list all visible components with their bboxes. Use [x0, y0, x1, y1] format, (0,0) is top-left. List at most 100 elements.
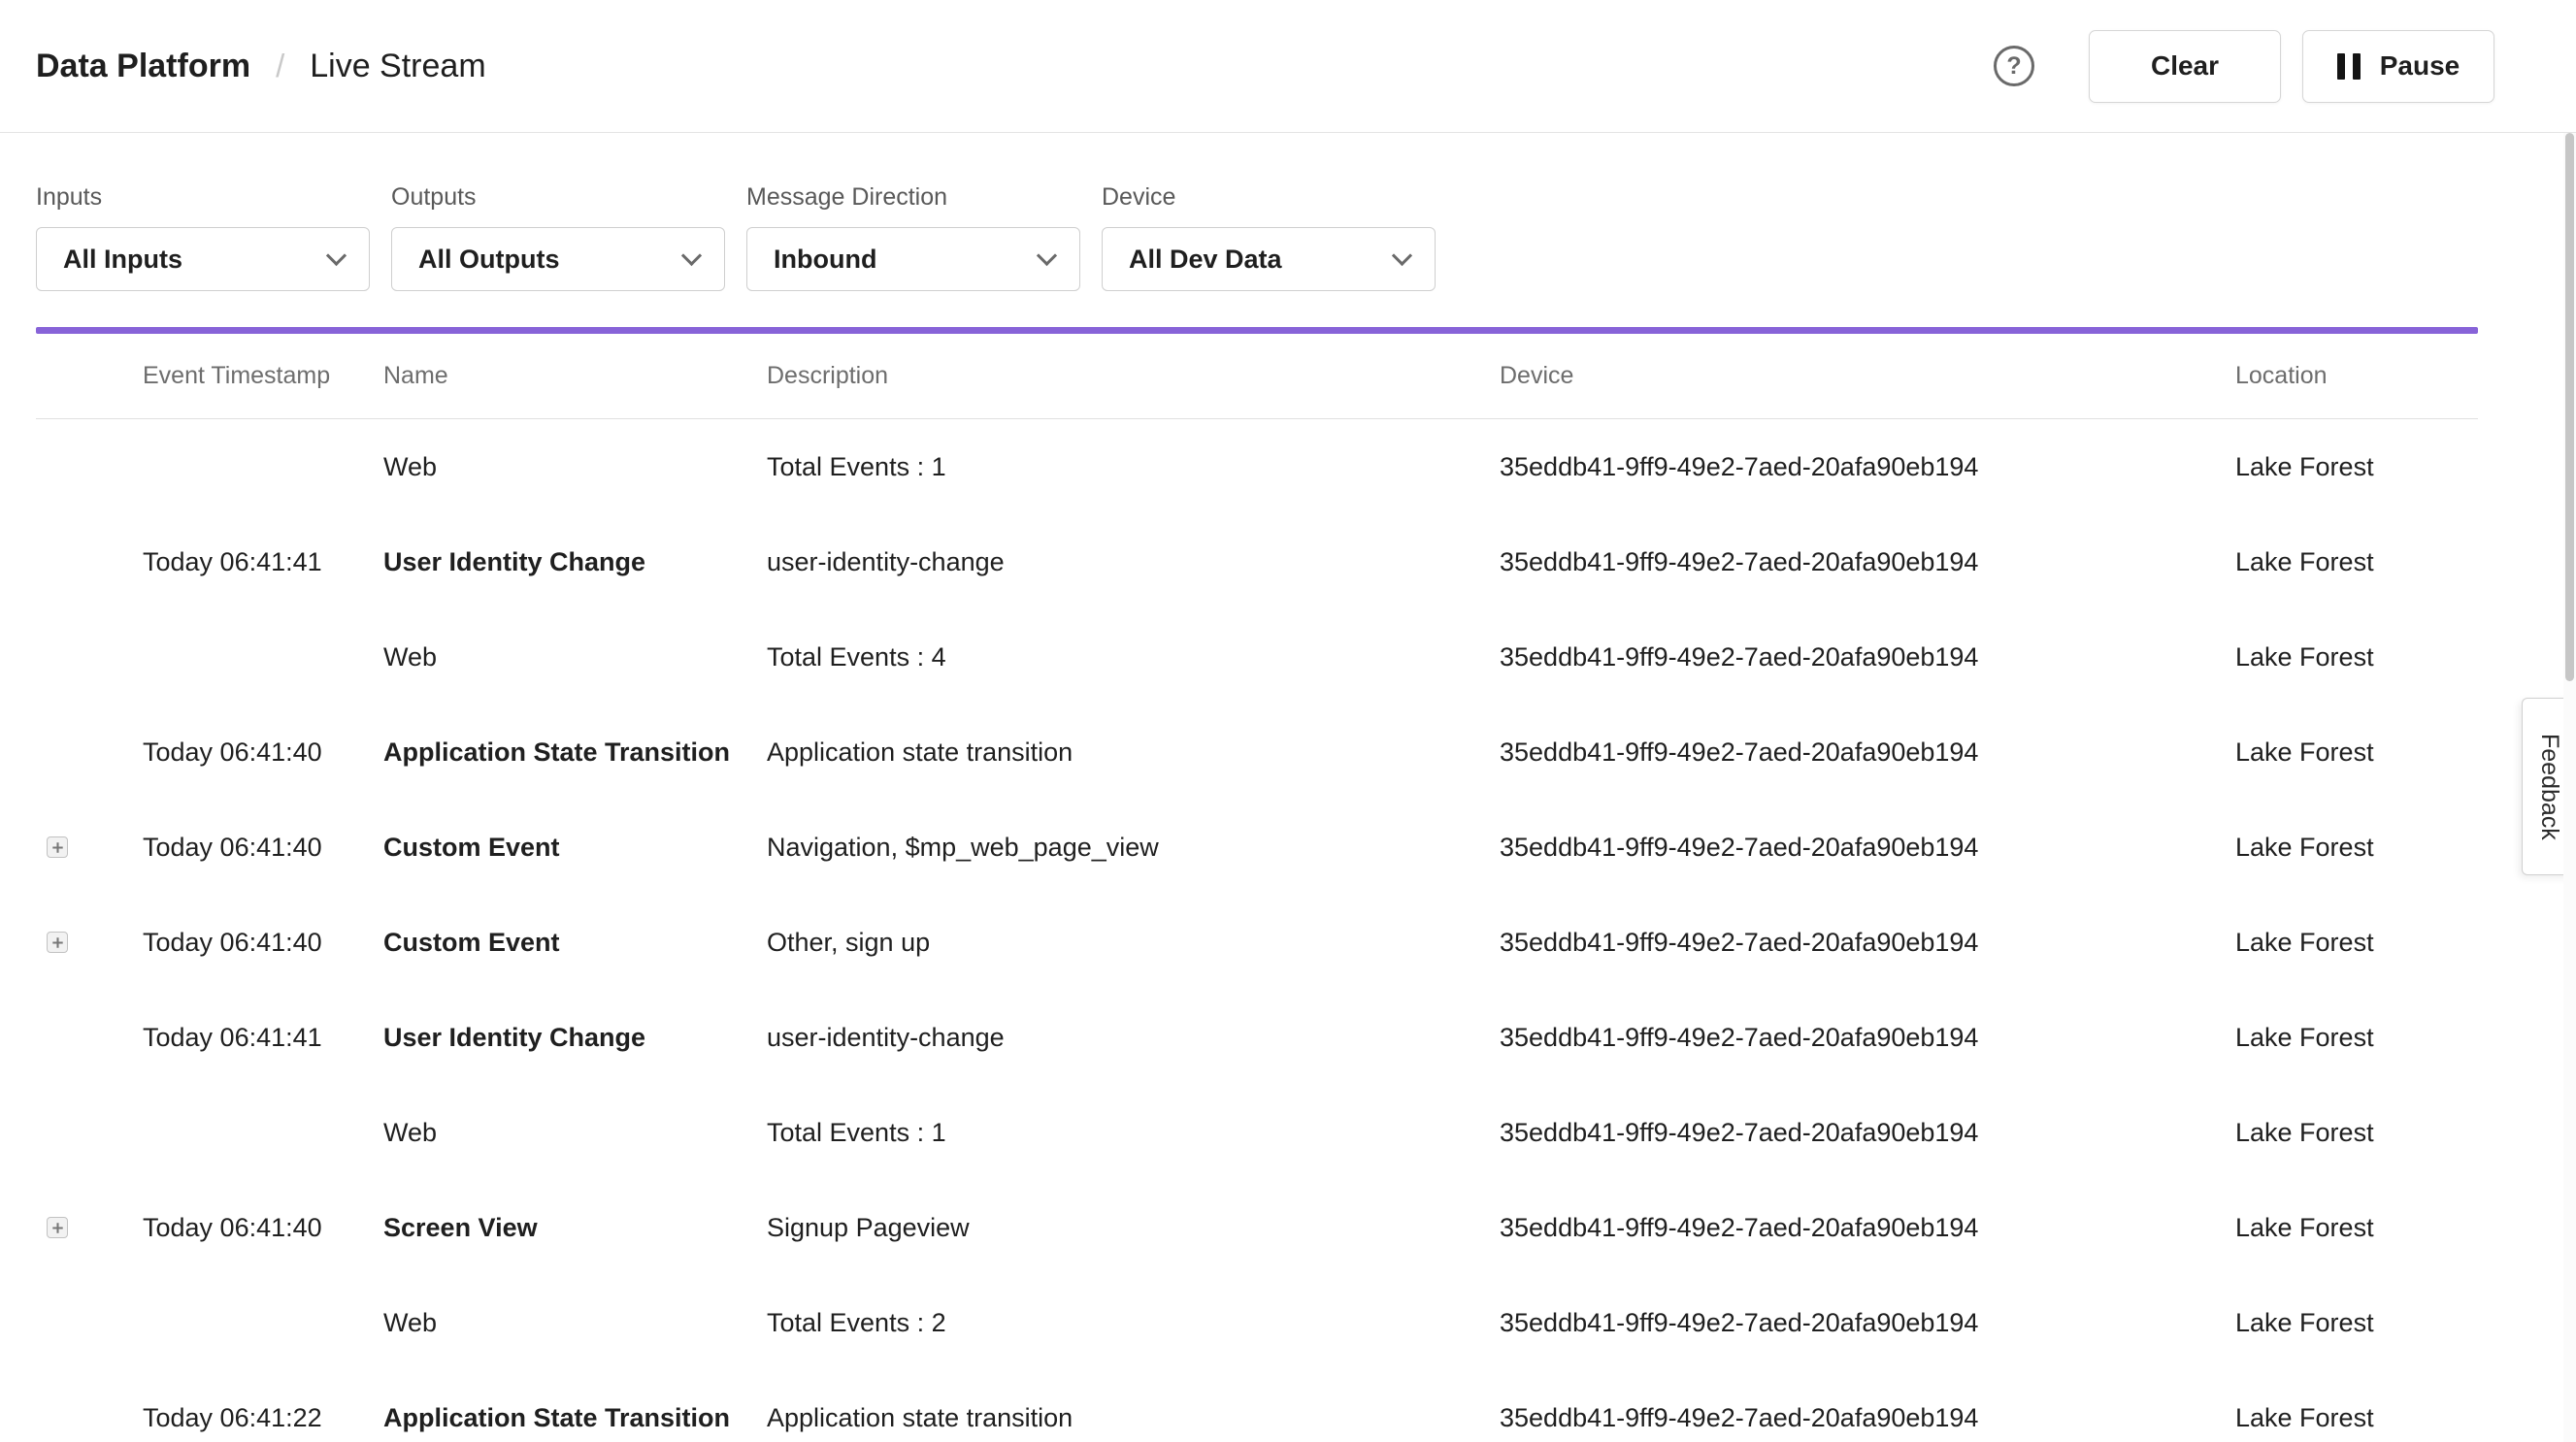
expand-cell: [36, 1407, 143, 1428]
event-description: Total Events : 4: [767, 642, 1500, 672]
clear-button[interactable]: Clear: [2089, 30, 2281, 103]
expand-cell: [36, 456, 143, 477]
expand-cell: [36, 932, 143, 953]
chevron-down-icon: [1392, 246, 1412, 266]
event-description: Application state transition: [767, 737, 1500, 768]
col-device: Device: [1500, 362, 2235, 390]
table-header-row: Event Timestamp Name Description Device …: [36, 334, 2478, 419]
expand-plus-icon[interactable]: [47, 932, 68, 953]
expand-cell: [36, 1027, 143, 1048]
expand-cell: [36, 741, 143, 763]
chevron-down-icon: [326, 246, 347, 266]
breadcrumb-data-platform[interactable]: Data Platform: [36, 48, 250, 85]
event-description: Total Events : 2: [767, 1308, 1500, 1338]
breadcrumb-separator: /: [276, 48, 284, 84]
help-icon[interactable]: ?: [1994, 46, 2034, 86]
scrollbar-thumb[interactable]: [2565, 133, 2574, 681]
expand-cell: [36, 1312, 143, 1333]
event-name: Application State Transition: [383, 737, 767, 768]
event-location: Lake Forest: [2235, 642, 2478, 672]
outputs-select[interactable]: All Outputs: [391, 227, 725, 291]
event-device: 35eddb41-9ff9-49e2-7aed-20afa90eb194: [1500, 1023, 2235, 1053]
device-select-value: All Dev Data: [1129, 245, 1282, 275]
header-actions: ? Clear Pause: [1994, 30, 2494, 103]
table-row: Web Total Events : 1 35eddb41-9ff9-49e2-…: [36, 1085, 2478, 1180]
event-timestamp: Today 06:41:41: [143, 1023, 383, 1053]
events-table: Event Timestamp Name Description Device …: [36, 334, 2478, 1442]
event-device: 35eddb41-9ff9-49e2-7aed-20afa90eb194: [1500, 1403, 2235, 1433]
event-device: 35eddb41-9ff9-49e2-7aed-20afa90eb194: [1500, 1118, 2235, 1148]
event-device: 35eddb41-9ff9-49e2-7aed-20afa90eb194: [1500, 1308, 2235, 1338]
expand-cell: [36, 646, 143, 668]
event-description: user-identity-change: [767, 1023, 1500, 1053]
event-location: Lake Forest: [2235, 1023, 2478, 1053]
event-device: 35eddb41-9ff9-49e2-7aed-20afa90eb194: [1500, 547, 2235, 577]
table-row: Web Total Events : 2 35eddb41-9ff9-49e2-…: [36, 1275, 2478, 1370]
event-timestamp: Today 06:41:40: [143, 1213, 383, 1243]
event-timestamp: Today 06:41:41: [143, 547, 383, 577]
device-filter-label: Device: [1102, 183, 1436, 212]
event-timestamp: Today 06:41:40: [143, 737, 383, 768]
live-stream-page: Data Platform / Live Stream ? Clear Paus…: [0, 0, 2576, 1442]
event-location: Lake Forest: [2235, 547, 2478, 577]
message-direction-select-value: Inbound: [774, 245, 876, 275]
outputs-filter-label: Outputs: [391, 183, 725, 212]
expand-cell: [36, 551, 143, 573]
pause-button-label: Pause: [2380, 50, 2460, 82]
event-name: Web: [383, 1118, 767, 1148]
inputs-select[interactable]: All Inputs: [36, 227, 370, 291]
event-name: User Identity Change: [383, 1023, 767, 1053]
event-device: 35eddb41-9ff9-49e2-7aed-20afa90eb194: [1500, 1213, 2235, 1243]
event-location: Lake Forest: [2235, 928, 2478, 958]
expand-plus-icon[interactable]: [47, 836, 68, 858]
expand-cell: [36, 1217, 143, 1238]
outputs-select-value: All Outputs: [418, 245, 559, 275]
chevron-down-icon: [1037, 246, 1057, 266]
event-timestamp: Today 06:41:40: [143, 928, 383, 958]
filter-group-device: Device All Dev Data: [1102, 183, 1436, 291]
inputs-filter-label: Inputs: [36, 183, 370, 212]
breadcrumb: Data Platform / Live Stream: [36, 48, 486, 85]
expand-plus-icon[interactable]: [47, 1217, 68, 1238]
event-location: Lake Forest: [2235, 737, 2478, 768]
col-event-timestamp: Event Timestamp: [143, 362, 383, 390]
event-device: 35eddb41-9ff9-49e2-7aed-20afa90eb194: [1500, 642, 2235, 672]
event-name: Web: [383, 642, 767, 672]
event-location: Lake Forest: [2235, 1308, 2478, 1338]
table-body: Web Total Events : 1 35eddb41-9ff9-49e2-…: [36, 419, 2478, 1442]
event-description: Navigation, $mp_web_page_view: [767, 833, 1500, 863]
event-description: Total Events : 1: [767, 452, 1500, 482]
col-location: Location: [2235, 362, 2478, 390]
event-location: Lake Forest: [2235, 1403, 2478, 1433]
table-row: Web Total Events : 1 35eddb41-9ff9-49e2-…: [36, 419, 2478, 514]
col-name: Name: [383, 362, 767, 390]
event-name: Web: [383, 1308, 767, 1338]
event-description: Total Events : 1: [767, 1118, 1500, 1148]
event-description: Signup Pageview: [767, 1213, 1500, 1243]
scrollbar: [2563, 133, 2576, 1442]
table-row: Today 06:41:40 Custom Event Navigation, …: [36, 800, 2478, 895]
stream-progress-bar: [36, 327, 2478, 334]
pause-button[interactable]: Pause: [2302, 30, 2494, 103]
pause-icon: [2337, 53, 2361, 80]
table-row: Today 06:41:40 Application State Transit…: [36, 705, 2478, 800]
device-select[interactable]: All Dev Data: [1102, 227, 1436, 291]
event-name: Screen View: [383, 1213, 767, 1243]
event-location: Lake Forest: [2235, 1118, 2478, 1148]
table-row: Today 06:41:40 Custom Event Other, sign …: [36, 895, 2478, 990]
event-name: User Identity Change: [383, 547, 767, 577]
filter-group-inputs: Inputs All Inputs: [36, 183, 370, 291]
page-title: Live Stream: [310, 48, 485, 85]
filter-group-outputs: Outputs All Outputs: [391, 183, 725, 291]
table-row: Today 06:41:41 User Identity Change user…: [36, 990, 2478, 1085]
table-row: Web Total Events : 4 35eddb41-9ff9-49e2-…: [36, 609, 2478, 705]
expand-cell: [36, 836, 143, 858]
event-device: 35eddb41-9ff9-49e2-7aed-20afa90eb194: [1500, 452, 2235, 482]
table-row: Today 06:41:40 Screen View Signup Pagevi…: [36, 1180, 2478, 1275]
filter-bar: Inputs All Inputs Outputs All Outputs Me…: [0, 133, 2576, 291]
header: Data Platform / Live Stream ? Clear Paus…: [0, 0, 2576, 133]
inputs-select-value: All Inputs: [63, 245, 182, 275]
col-description: Description: [767, 362, 1500, 390]
event-timestamp: Today 06:41:40: [143, 833, 383, 863]
message-direction-select[interactable]: Inbound: [746, 227, 1080, 291]
